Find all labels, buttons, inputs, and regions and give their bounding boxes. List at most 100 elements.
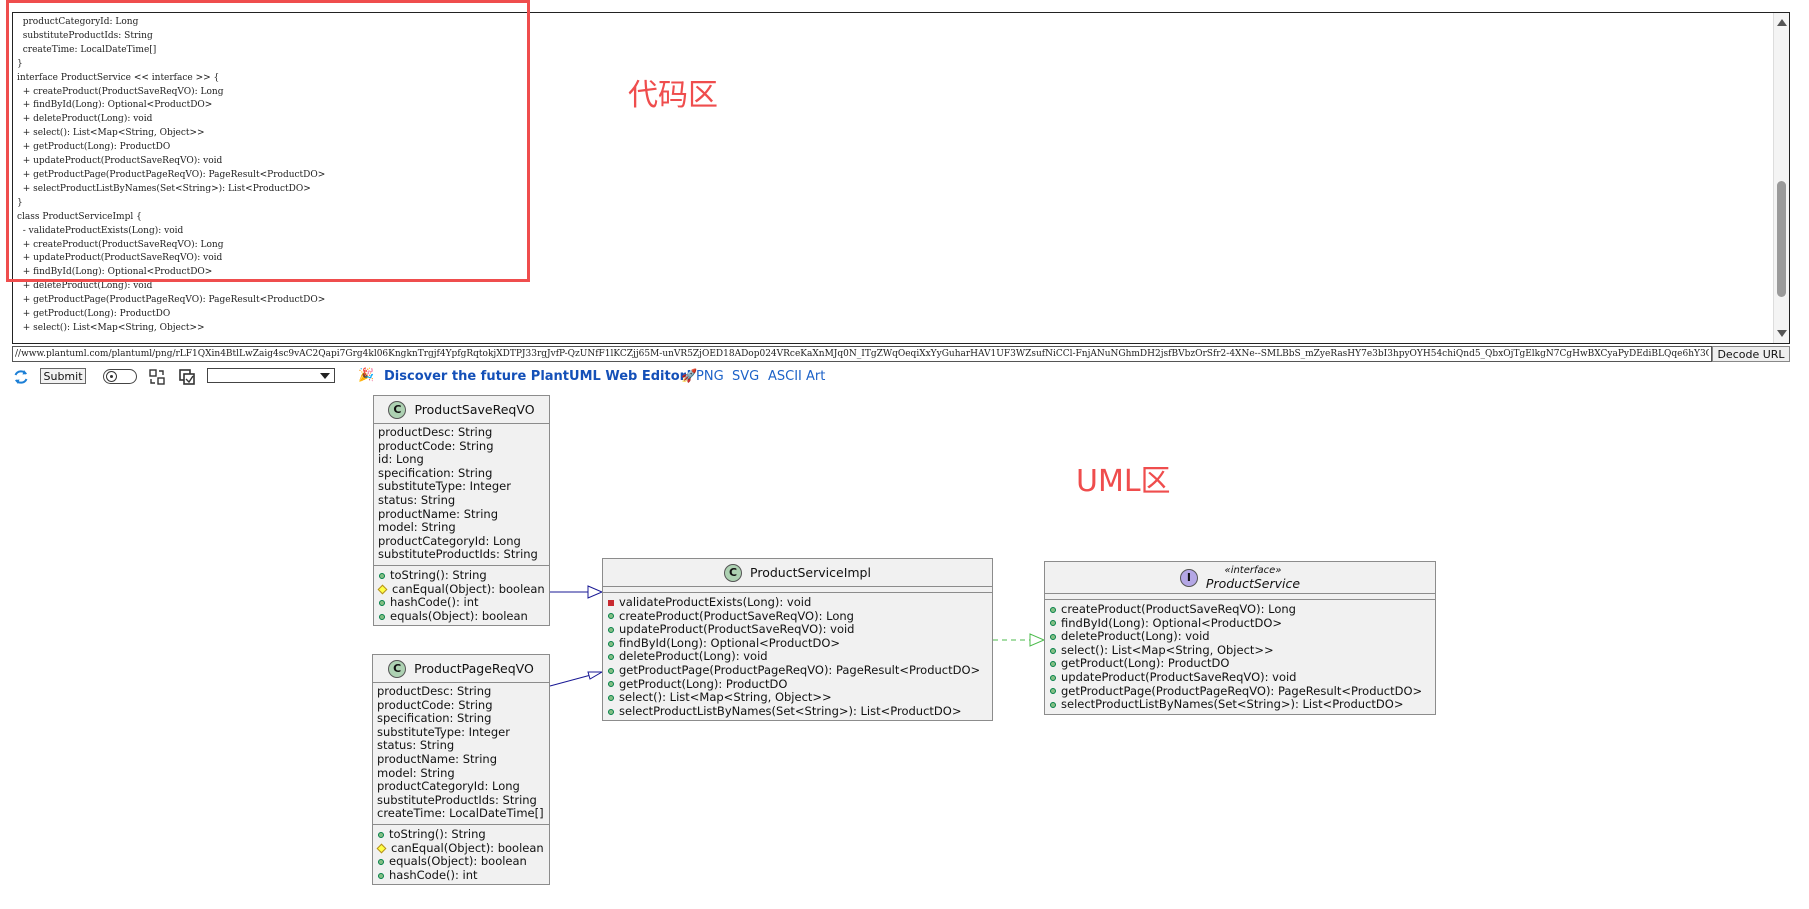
scroll-thumb[interactable]: [1777, 181, 1786, 297]
method-signature: toString(): String: [389, 826, 486, 841]
protected-visibility-icon: [376, 843, 387, 854]
class-field: productName: String: [377, 751, 498, 766]
public-visibility-icon: [1050, 688, 1056, 695]
class-c-icon: C: [388, 400, 407, 419]
class-name: ProductPageReqVO: [414, 661, 534, 676]
class-field: substituteType: Integer: [377, 724, 510, 739]
sun-icon: [106, 371, 117, 382]
toolbar: Submit 🎉 Discover the future PlantUML We…: [12, 366, 1802, 388]
method-signature: toString(): String: [390, 567, 487, 582]
method-signature: canEqual(Object): boolean: [392, 581, 545, 596]
party-popper-icon: 🎉: [358, 368, 375, 383]
class-method: getProduct(Long): ProductDO: [1049, 657, 1431, 671]
public-visibility-icon: [1050, 620, 1056, 627]
chevron-down-icon: [320, 373, 330, 379]
public-visibility-icon: [608, 613, 614, 620]
class-product-page-req-vo[interactable]: C ProductPageReqVO productDesc: String pr…: [372, 654, 550, 886]
uml-area-label: UML区: [1076, 464, 1171, 499]
method-signature: equals(Object): boolean: [390, 608, 528, 623]
class-field: productCode: String: [377, 697, 493, 712]
protected-visibility-icon: [377, 584, 388, 595]
editor-scrollbar[interactable]: [1773, 13, 1789, 343]
interface-product-service[interactable]: I «interface» ProductService createProdu…: [1044, 561, 1436, 715]
split-view-icon[interactable]: [148, 368, 166, 386]
class-header: C ProductPageReqVO: [373, 655, 549, 683]
class-product-save-req-vo[interactable]: C ProductSaveReqVO productDesc: String pr…: [373, 395, 550, 627]
class-field: createTime: LocalDateTime[]: [377, 806, 544, 821]
scroll-down-icon[interactable]: [1777, 330, 1787, 337]
mode-select[interactable]: [207, 368, 335, 383]
decode-url-button[interactable]: Decode URL: [1712, 346, 1790, 362]
method-signature: deleteProduct(Long): void: [1061, 629, 1210, 644]
class-method: getProduct(Long): ProductDO: [607, 677, 988, 692]
class-header: C ProductSaveReqVO: [374, 396, 549, 424]
public-visibility-icon: [608, 708, 614, 715]
class-field: productDesc: String: [378, 425, 493, 439]
rocket-icon: 🚀: [681, 369, 698, 384]
method-signature: validateProductExists(Long): void: [619, 595, 812, 609]
stereotype-label: «interface»: [1224, 564, 1282, 576]
method-signature: select(): List<Map<String, Object>>: [1061, 642, 1274, 657]
class-method: findById(Long): Optional<ProductDO>: [1049, 615, 1431, 631]
submit-button[interactable]: Submit: [40, 368, 86, 384]
code-editor[interactable]: productCategoryId: Long substituteProduc…: [12, 12, 1790, 344]
url-input[interactable]: [12, 346, 1712, 362]
public-visibility-icon: [378, 858, 384, 865]
class-name: ProductSaveReqVO: [414, 402, 535, 417]
class-method: deleteProduct(Long): void: [1049, 630, 1431, 644]
public-visibility-icon: [608, 667, 614, 674]
class-methods: toString(): String canEqual(Object): bool…: [374, 566, 549, 625]
class-field: status: String: [378, 492, 456, 507]
code-area-label: 代码区: [628, 78, 718, 113]
class-method: select(): List<Map<String, Object>>: [607, 691, 988, 705]
class-method: selectProductListByNames(Set<String>): L…: [1049, 698, 1431, 712]
public-visibility-icon: [1050, 606, 1056, 613]
ascii-art-link[interactable]: ASCII Art: [768, 369, 825, 384]
class-method: deleteProduct(Long): void: [607, 650, 988, 664]
class-method: createProduct(ProductSaveReqVO): Long: [607, 608, 988, 624]
method-signature: createProduct(ProductSaveReqVO): Long: [1061, 602, 1296, 616]
class-name: ProductService: [1205, 575, 1301, 591]
copy-icon[interactable]: [178, 368, 196, 386]
class-field: id: Long: [378, 452, 424, 467]
class-field: substituteType: Integer: [378, 479, 511, 494]
class-field: productCode: String: [378, 438, 494, 453]
interface-title: «interface» ProductService: [1206, 565, 1300, 591]
class-methods: toString(): String canEqual(Object): bool…: [373, 825, 549, 884]
method-signature: hashCode(): int: [389, 867, 478, 882]
class-methods: validateProductExists(Long): void createP…: [603, 593, 992, 720]
method-signature: canEqual(Object): boolean: [391, 840, 544, 855]
public-visibility-icon: [608, 681, 614, 688]
class-c-icon: C: [388, 659, 407, 678]
public-visibility-icon: [379, 599, 385, 606]
class-method: findById(Long): Optional<ProductDO>: [607, 635, 988, 651]
class-name: ProductServiceImpl: [750, 565, 871, 580]
class-header: C ProductServiceImpl: [603, 559, 992, 587]
method-signature: findById(Long): Optional<ProductDO>: [1061, 615, 1283, 630]
class-method: selectProductListByNames(Set<String>): L…: [607, 704, 988, 719]
interface-i-icon: I: [1179, 568, 1198, 587]
png-link[interactable]: PNG: [696, 369, 724, 384]
method-signature: createProduct(ProductSaveReqVO): Long: [619, 608, 854, 623]
class-fields: productDesc: String productCode: String sp…: [373, 683, 549, 825]
public-visibility-icon: [378, 831, 384, 838]
public-visibility-icon: [608, 640, 614, 647]
public-visibility-icon: [1050, 674, 1056, 681]
association-save-vo: [550, 585, 604, 599]
code-text[interactable]: productCategoryId: Long substituteProduc…: [13, 13, 1789, 339]
class-field: status: String: [377, 738, 455, 753]
class-field: specification: String: [378, 465, 493, 480]
class-method: toString(): String: [378, 567, 545, 583]
svg-link[interactable]: SVG: [732, 369, 759, 384]
scroll-up-icon[interactable]: [1777, 19, 1787, 26]
theme-toggle[interactable]: [103, 369, 137, 384]
class-method: updateProduct(ProductSaveReqVO): void: [607, 623, 988, 637]
class-field: model: String: [378, 520, 456, 535]
method-signature: selectProductListByNames(Set<String>): L…: [1061, 697, 1404, 712]
class-product-service-impl[interactable]: C ProductServiceImpl validateProductExis…: [602, 558, 993, 722]
refresh-icon[interactable]: [12, 368, 30, 386]
method-signature: findById(Long): Optional<ProductDO>: [619, 635, 841, 650]
method-signature: getProductPage(ProductPageReqVO): PageRe…: [619, 662, 981, 677]
class-method: equals(Object): boolean: [378, 608, 545, 624]
web-editor-link[interactable]: Discover the future PlantUML Web Editor!: [384, 369, 692, 384]
